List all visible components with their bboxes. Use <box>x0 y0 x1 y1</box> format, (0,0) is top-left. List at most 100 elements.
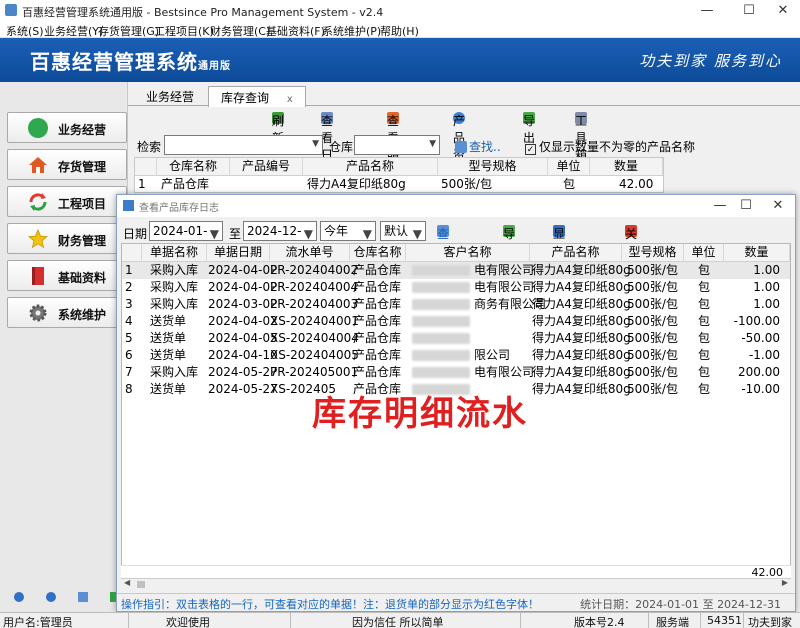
menu-basic-data[interactable]: 基础资料(F) <box>266 23 325 39</box>
table-cell-doc: 采购入库 <box>150 297 199 311</box>
nav-project[interactable]: 工程项目 <box>7 186 127 217</box>
table-cell-qty: 200.00 <box>738 365 780 379</box>
scroll-right-icon[interactable]: ▶ <box>782 578 788 587</box>
grid-header[interactable]: 单据名称 <box>142 244 207 262</box>
redacted-customer <box>412 333 470 344</box>
scroll-left-icon[interactable]: ◀ <box>124 578 130 587</box>
clock-icon[interactable] <box>14 592 24 602</box>
nav-basic-data[interactable]: 基础资料 <box>7 260 127 291</box>
grid-header[interactable]: 数量 <box>590 158 663 176</box>
table-cell-name: 得力A4复印纸80g <box>532 297 631 311</box>
grid-cell-qty[interactable]: 42.00 <box>619 176 653 193</box>
menu-inventory[interactable]: 存货管理(G) <box>98 23 159 39</box>
nav-finance[interactable]: 财务管理 <box>7 223 127 254</box>
table-cell-no: XS-202404001 <box>270 314 359 328</box>
menu-help[interactable]: 帮助(H) <box>380 23 419 39</box>
table-cell-name: 得力A4复印纸80g <box>532 365 631 379</box>
table-cell-spec: 500张/包 <box>627 280 678 294</box>
search-icon[interactable] <box>78 592 88 602</box>
grid-header[interactable]: 仓库名称 <box>157 158 230 176</box>
table-cell-qty: -10.00 <box>741 382 780 396</box>
status-slogan: 功夫到家 <box>748 616 792 628</box>
table-cell-unit: 包 <box>698 382 711 396</box>
table-cell-doc: 采购入库 <box>150 263 199 277</box>
table-row[interactable]: 6 送货单 2024-04-10 XS-202404005 产品仓库 限公司 得力A4复印纸… <box>122 347 790 364</box>
grid-header[interactable]: 流水单号 <box>270 244 350 262</box>
menu-business[interactable]: 业务经营(Y) <box>44 23 103 39</box>
nav-maintenance[interactable]: 系统维护 <box>7 297 127 328</box>
tab-business[interactable]: 业务经营 <box>134 86 206 106</box>
table-row[interactable]: 7 采购入库 2024-05-27 PR-202405001 产品仓库 电有限公司 得力A4… <box>122 364 790 381</box>
help-icon[interactable] <box>46 592 56 602</box>
table-row[interactable]: 5 送货单 2024-04-05 XS-202404004 产品仓库 得力A4复印纸80g… <box>122 330 790 347</box>
nonzero-checkbox[interactable]: ✓ 仅显示数量不为零的产品名称 <box>525 138 695 155</box>
search-input[interactable]: ▼ <box>164 135 323 155</box>
find-button[interactable]: 查找.. <box>455 138 501 155</box>
dialog-close-button[interactable]: ✕ <box>763 197 793 215</box>
window-title: 百惠经营管理系统通用版 - Bestsince Pro Management S… <box>22 6 384 19</box>
table-row[interactable]: 2 采购入库 2024-04-02 PR-202404004 产品仓库 电有限公司 得力A4… <box>122 279 790 296</box>
table-cell-unit: 包 <box>698 297 711 311</box>
table-cell-wh: 产品仓库 <box>353 263 402 277</box>
menu-system[interactable]: 系统(S) <box>6 23 44 39</box>
grid-header[interactable]: 型号规格 <box>622 244 684 262</box>
grid-header[interactable]: 产品编号 <box>230 158 303 176</box>
close-button[interactable]: ✕ <box>768 2 798 20</box>
grid-header[interactable]: 数量 <box>724 244 790 262</box>
chevron-down-icon: ▼ <box>429 139 436 149</box>
grid-header[interactable]: 客户名称 <box>406 244 530 262</box>
nav-inventory[interactable]: 存货管理 <box>7 149 127 180</box>
date-from-picker[interactable]: 2024-01-01▼ <box>149 221 223 256</box>
tab-inventory-query[interactable]: 库存查询 x <box>208 86 306 107</box>
menu-finance[interactable]: 财务管理(C) <box>210 23 270 39</box>
exit-icon[interactable] <box>110 592 116 602</box>
dialog-maximize-button[interactable]: ☐ <box>731 197 761 215</box>
menu-project[interactable]: 工程项目(K) <box>154 23 214 39</box>
table-row[interactable]: 3 采购入库 2024-03-02 PR-202404003 产品仓库 商务有限公司 得力A… <box>122 296 790 313</box>
grid-header[interactable]: 单位 <box>548 158 590 176</box>
grid-header-index <box>122 244 142 262</box>
redacted-customer <box>412 299 470 310</box>
redacted-customer <box>412 282 470 293</box>
nav-business[interactable]: 业务经营 <box>7 112 127 143</box>
redacted-customer <box>412 316 470 327</box>
table-cell-name: 得力A4复印纸80g <box>532 382 631 396</box>
grid-header[interactable]: 单位 <box>684 244 724 262</box>
tab-close-icon[interactable]: x <box>287 94 293 105</box>
table-cell-spec: 500张/包 <box>627 297 678 311</box>
date-to-picker[interactable]: 2024-12-31▼ <box>243 221 317 256</box>
grid-cell-unit[interactable]: 包 <box>563 176 575 193</box>
table-cell-name: 得力A4复印纸80g <box>532 348 631 362</box>
grid-header[interactable]: 产品名称 <box>303 158 438 176</box>
status-version: 版本号2.4 <box>574 616 625 628</box>
app-name: 百惠经营管理系统通用版 <box>30 50 231 74</box>
grid-header[interactable]: 产品名称 <box>530 244 622 262</box>
warehouse-select[interactable]: ▼ <box>354 135 440 155</box>
minimize-button[interactable]: — <box>692 2 722 20</box>
table-cell-idx: 1 <box>125 263 133 277</box>
grid-header[interactable]: 型号规格 <box>438 158 548 176</box>
search-icon <box>455 141 467 153</box>
scrollbar-thumb[interactable] <box>137 581 145 588</box>
table-cell-qty: -1.00 <box>748 348 780 362</box>
grid-cell-warehouse[interactable]: 产品仓库 <box>161 176 209 193</box>
period-select[interactable]: 今年 ▼ <box>320 221 376 241</box>
menu-maintenance[interactable]: 系统维护(P) <box>322 23 381 39</box>
table-row[interactable]: 1 采购入库 2024-04-02 PR-202404002 产品仓库 电有限公司 得力A4… <box>122 262 790 279</box>
horizontal-scrollbar[interactable]: ◀ ▶ <box>121 578 791 590</box>
grid-cell-name[interactable]: 得力A4复印纸80g <box>307 176 406 193</box>
table-row[interactable]: 4 送货单 2024-04-02 XS-202404001 产品仓库 得力A4复印纸80g… <box>122 313 790 330</box>
status-port: 54351 <box>707 614 742 627</box>
grid-header[interactable]: 单据日期 <box>207 244 270 262</box>
dialog-guide-bar: 操作指引：双击表格的一行，可查看对应的单据！注：退货单的部分显示为红色字体！ 统… <box>117 593 795 611</box>
table-cell-spec: 500张/包 <box>627 263 678 277</box>
table-cell-spec: 500张/包 <box>627 365 678 379</box>
grid-header[interactable]: 仓库名称 <box>350 244 406 262</box>
maximize-button[interactable]: ☐ <box>734 2 764 20</box>
table-cell-no: PR-202404003 <box>270 297 359 311</box>
date-label: 日期 <box>123 227 148 241</box>
grid-cell-spec[interactable]: 500张/包 <box>441 176 492 193</box>
mode-select[interactable]: 默认 ▼ <box>380 221 426 241</box>
banner-slogan: 功夫到家 服务到心 <box>639 52 782 70</box>
check-circle-icon <box>28 118 48 138</box>
